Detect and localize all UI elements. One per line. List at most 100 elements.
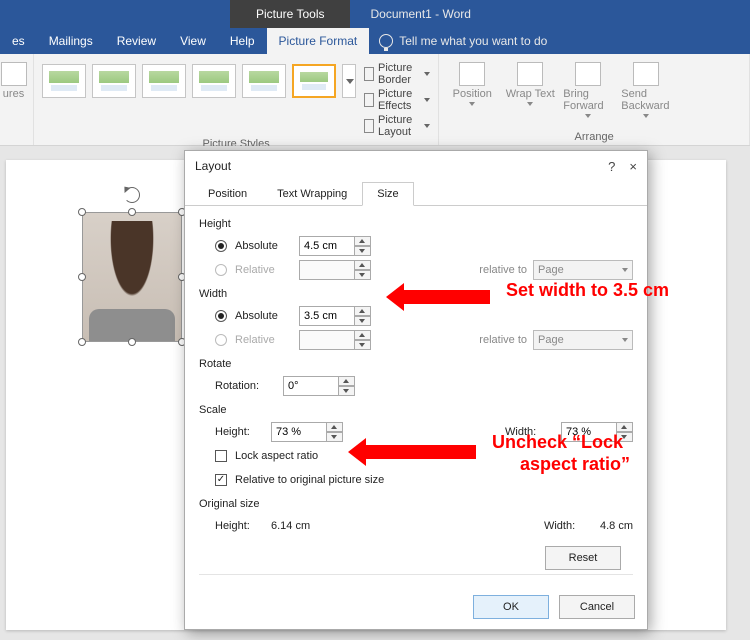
relative-original-checkbox[interactable] [215,474,227,486]
ribbon-group-cut: ures [0,54,34,145]
picture-effects-menu[interactable]: Picture Effects [364,88,430,112]
spin-up-icon[interactable] [339,376,355,386]
lock-aspect-ratio-checkbox[interactable] [215,450,227,462]
menu-label: Picture Border [378,62,418,86]
position-button[interactable]: Position [447,62,497,118]
ok-button[interactable]: OK [473,595,549,619]
resize-handle[interactable] [78,273,86,281]
scale-width-input[interactable] [561,422,617,442]
tab-review[interactable]: Review [105,28,168,54]
height-relative-spinner [299,260,371,280]
layout-icon [364,119,374,133]
combo-value: Page [538,334,564,346]
spin-up-icon [355,330,371,340]
tab-view[interactable]: View [168,28,218,54]
spin-up-icon[interactable] [355,236,371,246]
send-backward-button[interactable]: Send Backward [621,62,671,118]
ures-button[interactable]: ures [8,58,25,100]
btn-label: Bring Forward [563,88,613,112]
wrap-text-button[interactable]: Wrap Text [505,62,555,118]
height-group-label: Height [199,218,633,230]
contextual-title-bar: Picture Tools Document1 - Word [0,0,750,28]
cancel-button[interactable]: Cancel [559,595,635,619]
chevron-down-icon [424,98,430,102]
tab-cut[interactable]: es [0,28,37,54]
rotation-input[interactable] [283,376,339,396]
width-absolute-radio[interactable] [215,310,227,322]
style-thumb[interactable] [142,64,186,98]
spin-down-icon[interactable] [617,432,633,442]
resize-handle[interactable] [78,338,86,346]
tab-mailings[interactable]: Mailings [37,28,105,54]
width-absolute-input[interactable] [299,306,355,326]
bring-forward-button[interactable]: Bring Forward [563,62,613,118]
width-absolute-spinner[interactable] [299,306,371,326]
height-absolute-radio[interactable] [215,240,227,252]
rotate-handle-icon[interactable] [124,187,140,203]
help-button[interactable]: ? [608,159,615,174]
scale-height-spinner[interactable] [271,422,343,442]
height-relative-to-combo[interactable]: Page [533,260,633,280]
ribbon-group-picture-styles: Picture Border Picture Effects Picture L… [34,54,439,145]
resize-handle[interactable] [128,208,136,216]
spin-down-icon[interactable] [355,316,371,326]
spin-up-icon[interactable] [355,306,371,316]
scale-height-label: Height: [215,426,265,438]
width-relative-radio[interactable] [215,334,227,346]
tab-position[interactable]: Position [193,182,262,206]
original-size-label: Original size [199,498,633,510]
tab-help[interactable]: Help [218,28,267,54]
gallery-more-button[interactable] [342,64,356,98]
tab-size[interactable]: Size [362,182,413,206]
width-relative-to-combo[interactable]: Page [533,330,633,350]
height-absolute-spinner[interactable] [299,236,371,256]
picture-style-menu: Picture Border Picture Effects Picture L… [364,58,430,138]
send-backward-icon [633,62,659,86]
orig-height-label: Height: [215,520,265,532]
ribbon-tab-strip: es Mailings Review View Help Picture For… [0,28,750,54]
spin-up-icon[interactable] [327,422,343,432]
tell-me-search[interactable]: Tell me what you want to do [369,28,557,54]
spin-down-icon[interactable] [355,246,371,256]
style-thumb-selected[interactable] [292,64,336,98]
style-thumb[interactable] [192,64,236,98]
height-relative-radio[interactable] [215,264,227,276]
spin-down-icon[interactable] [327,432,343,442]
picture-border-menu[interactable]: Picture Border [364,62,430,86]
scale-width-label: Width: [505,426,555,438]
picture-layout-menu[interactable]: Picture Layout [364,114,430,138]
wrap-icon [517,62,543,86]
height-relative-input [299,260,355,280]
rotation-spinner[interactable] [283,376,355,396]
chevron-down-icon [424,124,430,128]
style-thumb[interactable] [92,64,136,98]
selected-picture[interactable] [82,212,182,342]
orig-width-label: Width: [544,520,594,532]
resize-handle[interactable] [128,338,136,346]
bring-forward-icon [575,62,601,86]
picture-styles-gallery[interactable] [42,58,356,98]
reset-button[interactable]: Reset [545,546,621,570]
close-button[interactable]: × [629,159,637,174]
chevron-down-icon [622,268,628,272]
menu-label: Picture Effects [378,88,418,112]
tab-picture-format[interactable]: Picture Format [267,28,370,54]
tab-text-wrapping[interactable]: Text Wrapping [262,182,362,206]
orig-height-value: 6.14 cm [271,520,310,532]
effects-icon [364,93,374,107]
ribbon: ures Picture Border Picture Effects Pict… [0,54,750,146]
resize-handle[interactable] [78,208,86,216]
annotation-arrow [400,290,490,304]
chevron-down-icon [469,102,475,106]
scale-height-input[interactable] [271,422,327,442]
style-thumb[interactable] [42,64,86,98]
spin-down-icon[interactable] [339,386,355,396]
style-thumb[interactable] [242,64,286,98]
rotate-group-label: Rotate [199,358,633,370]
dialog-footer: OK Cancel [185,587,647,629]
spin-up-icon[interactable] [617,422,633,432]
height-absolute-input[interactable] [299,236,355,256]
scale-width-spinner[interactable] [561,422,633,442]
scale-group-label: Scale [199,404,633,416]
dialog-titlebar[interactable]: Layout ? × [185,151,647,181]
